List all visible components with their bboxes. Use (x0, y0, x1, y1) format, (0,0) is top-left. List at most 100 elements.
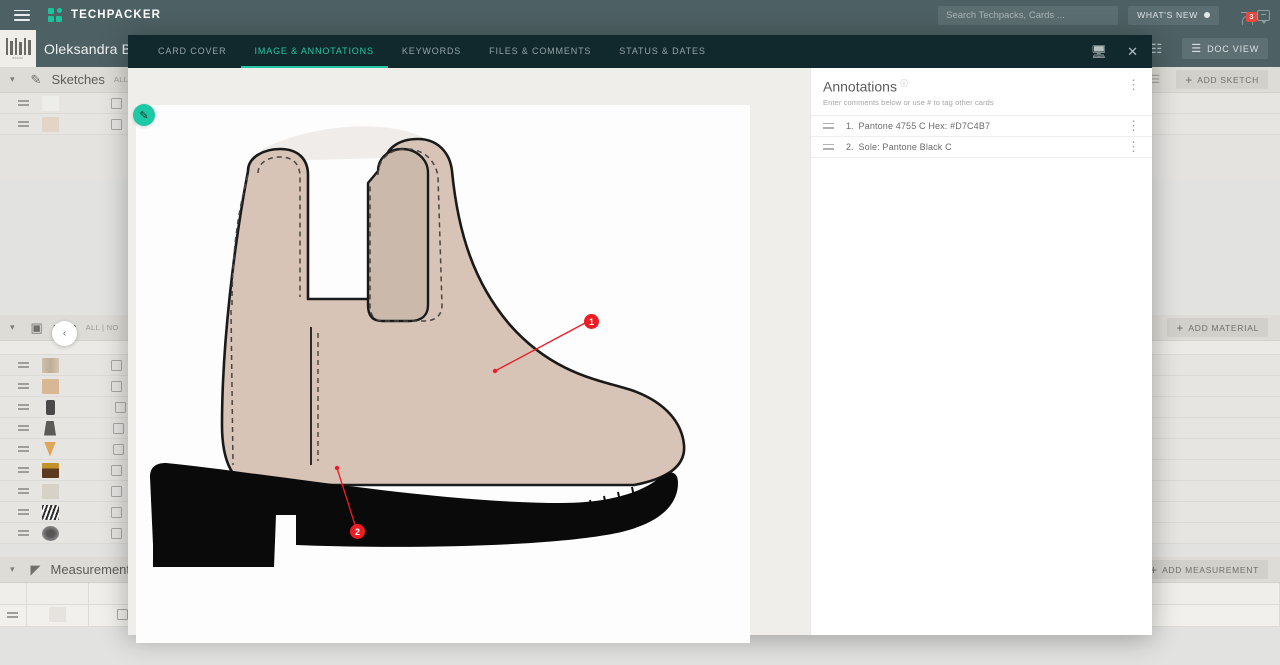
present-mode-icon[interactable]: 🖥 (1091, 44, 1108, 60)
section-title-sketches: Sketches (51, 72, 105, 87)
annotation-more-icon[interactable]: ⋮ (1127, 119, 1140, 132)
hamburger-menu-icon[interactable] (14, 9, 30, 21)
shoe-technical-sketch (150, 126, 686, 567)
chevron-down-icon[interactable]: ▾ (10, 74, 15, 85)
thumbnail (48, 606, 66, 622)
drag-handle-icon[interactable] (18, 404, 29, 410)
thumbnail (42, 462, 59, 478)
annotation-text[interactable]: Sole: Pantone Black C (859, 142, 952, 152)
row-checkbox[interactable] (113, 422, 124, 434)
tab-image-annotations[interactable]: IMAGE & ANNOTATIONS (240, 35, 388, 68)
cube-icon: ▣ (30, 319, 43, 335)
row-checkbox[interactable] (116, 608, 128, 620)
row-checkbox[interactable] (111, 380, 122, 392)
collapse-sidebar-button[interactable]: ‹ (52, 321, 77, 346)
modal-body: 1 2 ✎ Annotations ⓘ Enter comments below … (128, 68, 1152, 643)
tab-status-dates[interactable]: STATUS & DATES (605, 35, 719, 68)
drag-handle-icon[interactable] (823, 122, 834, 129)
drag-handle-icon[interactable] (18, 467, 29, 473)
drag-handle-icon[interactable] (18, 530, 29, 536)
app-root: BRAND Oleksandra Bauk ⋮ ☷ ☰ DOC VIEW ▾ ✎… (0, 0, 1280, 665)
drag-handle-icon[interactable] (18, 121, 29, 127)
add-sketch-label: ADD SKETCH (1197, 74, 1259, 85)
row-checkbox[interactable] (111, 359, 122, 371)
annotation-text[interactable]: Pantone 4755 C Hex: #D7C4B7 (859, 121, 991, 131)
row-checkbox[interactable] (111, 118, 122, 130)
annotations-subtitle: Enter comments below or use # to tag oth… (823, 97, 994, 107)
close-icon[interactable]: ✕ (1127, 44, 1138, 60)
annotation-canvas[interactable]: 1 2 ✎ (128, 68, 810, 643)
thumbnail (44, 441, 56, 457)
section-actions-sketches: ☰ + ADD SKETCH (1150, 70, 1280, 89)
thumbnail (42, 483, 59, 499)
add-measurement-button[interactable]: + ADD MEASUREMENT (1141, 560, 1268, 579)
annotation-item-2[interactable]: 2. Sole: Pantone Black C ⋮ (811, 137, 1152, 158)
row-checkbox[interactable] (111, 485, 122, 497)
row-checkbox[interactable] (111, 97, 122, 109)
section-filter-materials[interactable]: ALL | NO (86, 323, 119, 332)
annotations-header: Annotations ⓘ Enter comments below or use… (811, 68, 1152, 116)
add-measurement-label: ADD MEASUREMENT (1162, 564, 1259, 575)
drag-handle-icon[interactable] (18, 446, 29, 452)
whats-new-dot-icon (1204, 12, 1210, 18)
annotations-panel: Annotations ⓘ Enter comments below or use… (810, 68, 1152, 635)
annotation-number: 1. (846, 120, 854, 131)
annotation-item-1[interactable]: 1. Pantone 4755 C Hex: #D7C4B7 ⋮ (811, 116, 1152, 137)
image-annotations-modal: CARD COVER IMAGE & ANNOTATIONS KEYWORDS … (128, 35, 1152, 643)
section-title-measurements: Measurements (50, 562, 137, 577)
duplicate-icon[interactable]: ☷ (1151, 41, 1163, 57)
annotations-title: Annotations ⓘ (823, 78, 994, 95)
draw-annotation-button[interactable]: ✎ (133, 104, 155, 126)
annotation-number: 2. (846, 141, 854, 152)
row-checkbox[interactable] (111, 527, 122, 539)
drag-handle-icon[interactable] (7, 612, 19, 618)
drag-handle-icon[interactable] (823, 143, 834, 150)
add-sketch-button[interactable]: + ADD SKETCH (1176, 70, 1268, 89)
plus-icon: + (1185, 72, 1193, 87)
tab-keywords[interactable]: KEYWORDS (388, 35, 475, 68)
drag-handle-icon[interactable] (18, 100, 29, 106)
modal-tab-bar: CARD COVER IMAGE & ANNOTATIONS KEYWORDS … (128, 35, 1152, 68)
doc-view-label: DOC VIEW (1207, 43, 1259, 54)
annotations-header-text: Annotations ⓘ Enter comments below or use… (823, 78, 994, 107)
add-material-button[interactable]: + ADD MATERIAL (1167, 318, 1268, 337)
row-drag-handle[interactable] (0, 604, 27, 627)
plus-icon: + (1176, 320, 1184, 335)
thumbnail (42, 116, 59, 132)
info-icon[interactable]: ⓘ (900, 79, 908, 88)
row-checkbox[interactable] (111, 464, 122, 476)
drag-handle-icon[interactable] (18, 425, 29, 431)
annotations-title-text: Annotations (823, 78, 897, 95)
search-input[interactable] (938, 5, 1119, 25)
chevron-down-icon[interactable]: ▾ (10, 564, 15, 575)
whats-new-button[interactable]: WHAT'S NEW (1128, 5, 1219, 25)
annotation-marker-1[interactable]: 1 (584, 314, 599, 329)
annotation-marker-2[interactable]: 2 (350, 524, 365, 539)
logo-bars-icon (5, 37, 31, 55)
thumbnail (42, 504, 59, 520)
doc-view-button[interactable]: ☰ DOC VIEW (1182, 38, 1268, 59)
thumbnail (42, 525, 59, 541)
tab-files-comments[interactable]: FILES & COMMENTS (475, 35, 605, 68)
tab-card-cover[interactable]: CARD COVER (144, 35, 241, 68)
chat-icon[interactable] (1257, 9, 1270, 24)
top-nav-actions: WHAT'S NEW 3 (938, 0, 1280, 30)
pencil-icon: ✎ (30, 71, 42, 87)
row-checkbox[interactable] (115, 401, 126, 413)
ruler-icon: ◤ (30, 561, 41, 577)
annotation-more-icon[interactable]: ⋮ (1127, 140, 1140, 153)
drag-handle-icon[interactable] (18, 509, 29, 515)
drag-handle-icon[interactable] (18, 488, 29, 494)
col-drag (0, 583, 27, 605)
drag-handle-icon[interactable] (18, 383, 29, 389)
chevron-down-icon[interactable]: ▾ (10, 322, 15, 333)
row-checkbox[interactable] (111, 506, 122, 518)
techpack-logo: BRAND (0, 30, 36, 67)
row-checkbox[interactable] (113, 443, 124, 455)
annotations-more-icon[interactable]: ⋮ (1127, 78, 1140, 91)
add-material-label: ADD MATERIAL (1188, 322, 1259, 333)
logo-subtext: BRAND (12, 56, 24, 60)
whats-new-label: WHAT'S NEW (1137, 10, 1198, 20)
drag-handle-icon[interactable] (18, 362, 29, 368)
modal-header-actions: 🖥 ✕ (1091, 35, 1152, 68)
